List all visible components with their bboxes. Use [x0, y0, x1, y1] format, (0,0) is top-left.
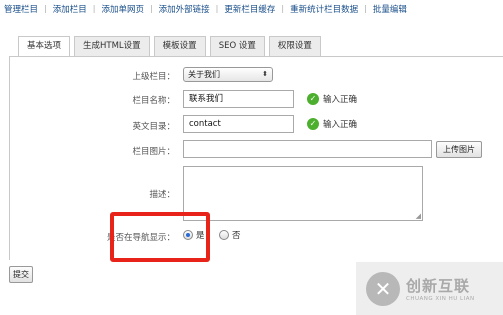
parent-column-select[interactable]: 关于我们 ⬍ [183, 67, 273, 82]
english-dir-status-text: 输入正确 [323, 120, 358, 130]
nav-batch-edit[interactable]: 批量编辑 [373, 3, 407, 15]
top-nav: 管理栏目 | 添加栏目 | 添加单网页 | 添加外部链接 | 更新栏目缓存 | … [0, 0, 503, 17]
watermark-text: 创新互联 CHUANG XIN HU LIAN [406, 275, 475, 302]
english-dir-input[interactable]: contact [183, 115, 294, 133]
nav-manage-columns[interactable]: 管理栏目 [4, 3, 38, 15]
nav-add-single-page[interactable]: 添加单网页 [101, 3, 144, 15]
nav-update-cache[interactable]: 更新栏目缓存 [224, 3, 275, 15]
column-name-status: ✓ 输入正确 [307, 93, 357, 105]
column-image-input[interactable] [183, 140, 432, 158]
nav-separator: | [149, 4, 153, 13]
show-in-nav-label: 是否在导航显示： [106, 233, 175, 243]
description-label: 描述： [149, 190, 175, 200]
nav-separator: | [215, 4, 219, 13]
description-textarea[interactable]: ◢ [183, 166, 423, 221]
radio-yes[interactable] [183, 230, 193, 240]
nav-no-option[interactable]: 否 [219, 229, 241, 241]
select-arrows-icon: ⬍ [262, 70, 268, 78]
nav-separator: | [364, 4, 367, 13]
resize-grip-icon[interactable]: ◢ [416, 212, 421, 220]
nav-separator: | [92, 4, 96, 13]
nav-yes-label: 是 [196, 231, 205, 241]
tab-basic-options[interactable]: 基本选项 [18, 36, 71, 57]
nav-add-column[interactable]: 添加栏目 [53, 3, 87, 15]
nav-separator: | [281, 4, 285, 13]
nav-separator: | [44, 4, 47, 13]
column-name-status-text: 输入正确 [323, 95, 358, 105]
tab-permission-settings[interactable]: 权限设置 [268, 36, 321, 56]
nav-add-external-link[interactable]: 添加外部链接 [159, 3, 210, 15]
parent-column-value: 关于我们 [188, 70, 220, 79]
nav-yes-option[interactable]: 是 [183, 229, 205, 241]
column-image-label: 栏目图片： [132, 147, 175, 157]
watermark-en: CHUANG XIN HU LIAN [406, 296, 475, 302]
column-name-label: 栏目名称： [132, 96, 175, 106]
submit-button[interactable]: 提交 [9, 266, 33, 283]
form-panel [9, 56, 503, 260]
english-dir-label: 英文目录： [132, 122, 175, 132]
check-icon: ✓ [307, 93, 319, 105]
watermark: ✕ 创新互联 CHUANG XIN HU LIAN [356, 262, 503, 315]
settings-tabs: 基本选项 生成HTML设置 模板设置 SEO 设置 权限设置 [18, 36, 325, 57]
check-icon: ✓ [307, 118, 319, 130]
tab-html-settings[interactable]: 生成HTML设置 [74, 36, 150, 56]
nav-recount-data[interactable]: 重新统计栏目数据 [290, 3, 358, 15]
brand-logo-icon: ✕ [366, 271, 400, 306]
column-name-input[interactable]: 联系我们 [183, 90, 294, 108]
parent-column-label: 上级栏目： [132, 72, 175, 82]
english-dir-status: ✓ 输入正确 [307, 118, 357, 130]
tab-seo-settings[interactable]: SEO 设置 [209, 36, 265, 56]
nav-no-label: 否 [232, 231, 241, 241]
tab-template-settings[interactable]: 模板设置 [153, 36, 206, 56]
watermark-cn: 创新互联 [406, 277, 471, 295]
radio-no[interactable] [219, 230, 229, 240]
upload-image-button[interactable]: 上传图片 [436, 141, 482, 158]
